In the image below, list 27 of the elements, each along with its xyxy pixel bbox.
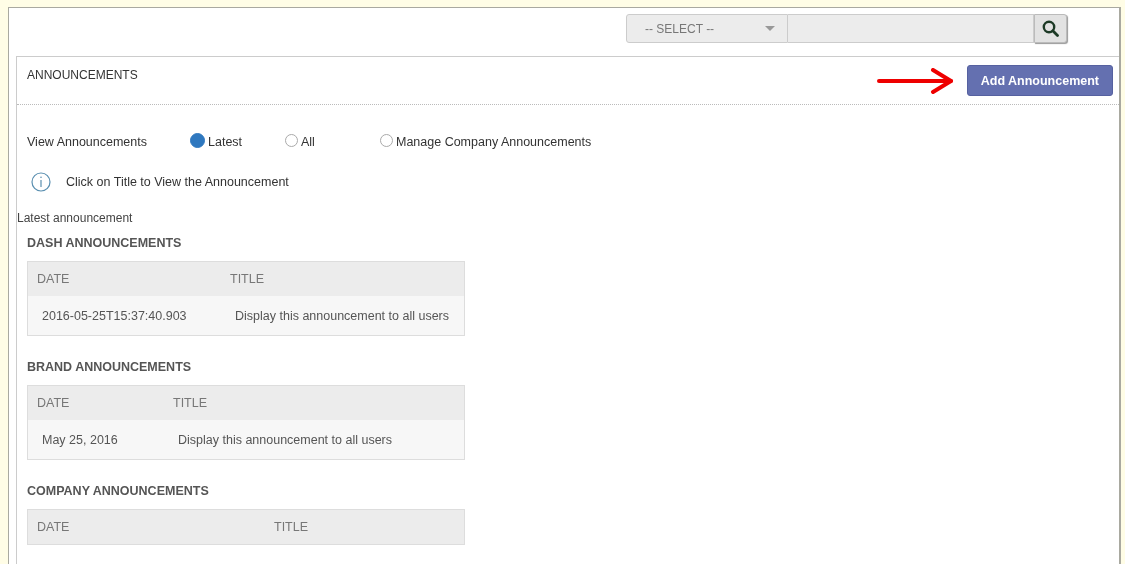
panel-title: ANNOUNCEMENTS [27, 68, 138, 82]
radio-option[interactable]: All [285, 135, 380, 149]
section-title: DASH ANNOUNCEMENTS [27, 236, 183, 250]
table-cell: Display this announcement to all users [164, 420, 465, 460]
info-icon [31, 172, 51, 192]
search-button[interactable] [1034, 14, 1067, 43]
select-dropdown[interactable]: -- SELECT -- [626, 14, 788, 43]
search-field[interactable] [788, 14, 1034, 43]
column-header: DATE [27, 385, 164, 420]
caret-icon [765, 26, 775, 31]
column-header: DATE [27, 261, 221, 296]
table-cell: May 25, 2016 [27, 420, 164, 460]
radio-option[interactable]: Manage Company Announcements [380, 135, 592, 149]
section-title: BRAND ANNOUNCEMENTS [27, 360, 193, 374]
table-cell: Display this announcement to all users [221, 296, 465, 336]
table-cell: 2016-05-25T15:37:40.903 [27, 296, 221, 336]
search-icon [1042, 20, 1059, 37]
column-header: DATE [27, 509, 265, 545]
column-header: TITLE [221, 261, 465, 296]
hint-text: Click on Title to View the Announcement [66, 175, 289, 189]
section-title: COMPANY ANNOUNCEMENTS [27, 484, 210, 498]
column-header: TITLE [164, 385, 465, 420]
radio-option[interactable]: Latest [190, 135, 285, 149]
filter-label: View Announcements [27, 135, 148, 149]
add-announcement-button[interactable]: Add Announcement [966, 65, 1113, 96]
section-caption: Latest announcement [17, 211, 134, 225]
column-header: TITLE [265, 509, 465, 545]
